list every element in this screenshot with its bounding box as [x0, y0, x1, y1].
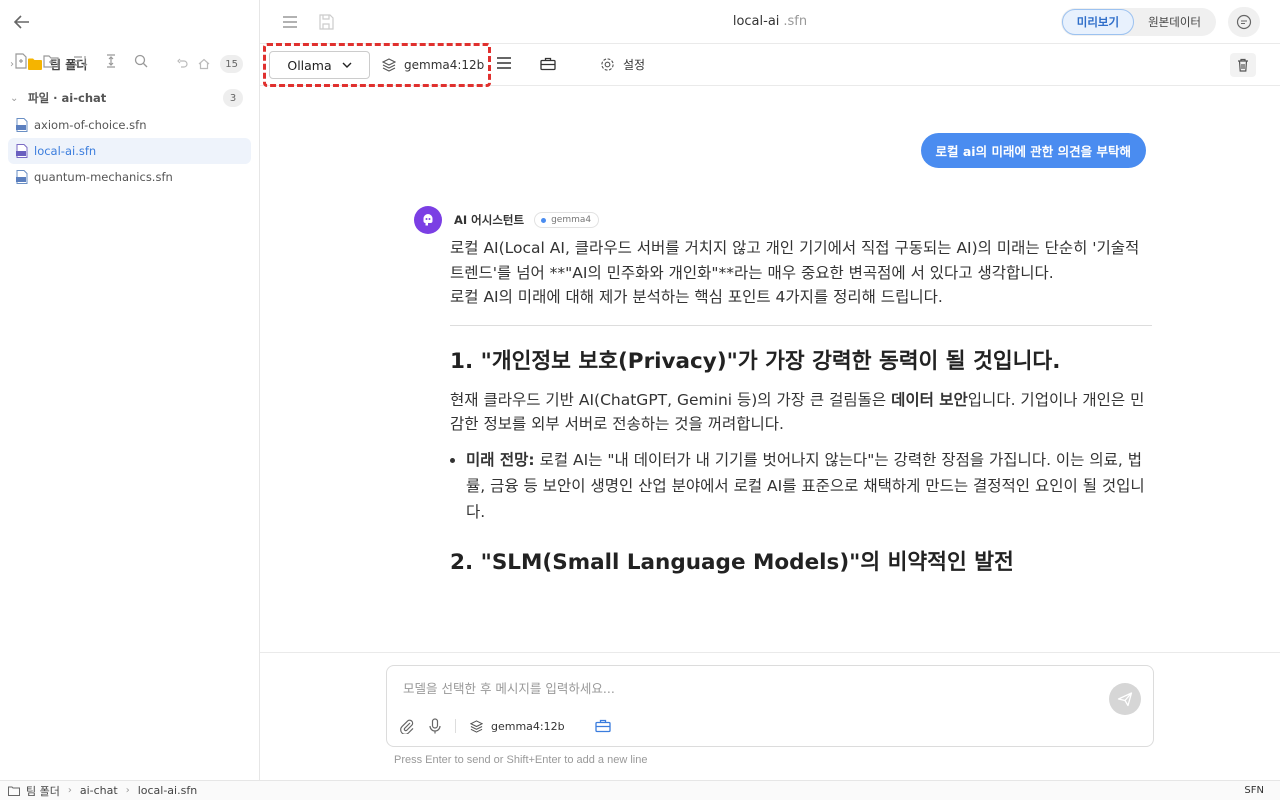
- chat-bubble-icon: [1236, 14, 1252, 30]
- composer-tools: gemma4:12b: [399, 718, 611, 734]
- assistant-header: AI 어시스턴트 gemma4: [414, 206, 600, 234]
- separator: [455, 719, 456, 733]
- menu-icon[interactable]: [282, 15, 298, 29]
- list-item: 미래 전망: 로컬 AI는 "내 데이터가 내 기기를 벗어나지 않는다"는 강…: [466, 447, 1152, 525]
- sfn-file-icon: [16, 144, 28, 158]
- section-ai-chat[interactable]: ⌄ 파일 · ai-chat 3: [0, 84, 259, 112]
- file-name: axiom-of-choice.sfn: [34, 118, 147, 132]
- send-icon: [1117, 691, 1133, 707]
- layers-icon: [382, 58, 396, 72]
- paragraph-bold: 데이터 보안: [891, 390, 968, 409]
- message-input[interactable]: 모델을 선택한 후 메시지를 입력하세요...: [403, 678, 615, 697]
- back-arrow-icon[interactable]: [10, 10, 34, 34]
- view-toggle: 미리보기 원본데이터: [1060, 8, 1216, 36]
- file-item-quantum-mechanics[interactable]: quantum-mechanics.sfn: [8, 164, 251, 190]
- folder-outline-icon: [8, 786, 20, 796]
- briefcase-icon[interactable]: [540, 57, 556, 71]
- sidebar-toolbar: [0, 0, 259, 69]
- assistant-name: AI 어시스턴트: [454, 213, 525, 227]
- assistant-model-badge: gemma4: [534, 212, 600, 228]
- briefcase-icon[interactable]: [594, 719, 611, 733]
- provider-select[interactable]: Ollama: [269, 51, 370, 79]
- attach-icon[interactable]: [399, 718, 415, 734]
- chevron-down-icon: ⌄: [10, 92, 19, 104]
- section-paragraph-1: 현재 클라우드 기반 AI(ChatGPT, Gemini 등)의 가장 큰 걸…: [450, 388, 1152, 437]
- send-button[interactable]: [1109, 683, 1141, 715]
- provider-value: Ollama: [287, 57, 332, 73]
- breadcrumb-item[interactable]: local-ai.sfn: [138, 784, 197, 797]
- divider: [450, 324, 1152, 326]
- file-name: local-ai.sfn: [34, 144, 97, 158]
- robot-icon: [420, 212, 436, 228]
- delete-button[interactable]: [1230, 53, 1256, 77]
- composer: 모델을 선택한 후 메시지를 입력하세요... gemma4:12b Press…: [260, 652, 1280, 780]
- list-icon[interactable]: [496, 56, 512, 70]
- chat-button[interactable]: [1228, 7, 1260, 37]
- document-name: local-ai: [732, 14, 780, 29]
- section-heading-1: 1. "개인정보 보호(Privacy)"가 가장 강력한 동력이 될 것입니다…: [450, 348, 1061, 374]
- sfn-file-icon: [16, 118, 28, 132]
- section-label: 파일 · ai-chat: [28, 91, 107, 105]
- undo-icon[interactable]: [176, 58, 188, 70]
- chat-toolbar: Ollama gemma4:12b 설정: [260, 43, 1280, 87]
- intro-paragraph-2: 로컬 AI의 미래에 대해 제가 분석하는 핵심 포인트 4가지를 정리해 드립…: [450, 288, 943, 306]
- gear-icon: [600, 57, 615, 72]
- assistant-message: 로컬 AI(Local AI, 클라우드 서버를 거치지 않고 개인 기기에서 …: [450, 236, 1152, 589]
- sidebar: › 팀 폴더 15 ⌄ 파일 · ai-chat 3 axiom-of-choi…: [0, 0, 260, 780]
- section-count: 3: [223, 89, 243, 107]
- top-bar: local-ai .sfn 미리보기 원본데이터: [260, 0, 1280, 44]
- section-heading-2: 2. "SLM(Small Language Models)"의 비약적인 발전: [450, 549, 1014, 575]
- layers-icon: [470, 719, 483, 733]
- new-file-icon[interactable]: [12, 52, 30, 70]
- composer-hint: Press Enter to send or Shift+Enter to ad…: [394, 754, 648, 766]
- source-tab[interactable]: 원본데이터: [1134, 9, 1215, 35]
- breadcrumb-item[interactable]: ai-chat: [80, 784, 118, 797]
- microphone-icon[interactable]: [429, 718, 441, 734]
- paragraph-text: 현재 클라우드 기반 AI(ChatGPT, Gemini 등)의 가장 큰 걸…: [450, 390, 892, 409]
- model-value: gemma4:12b: [404, 58, 485, 72]
- file-name: quantum-mechanics.sfn: [34, 170, 173, 184]
- bullet-list: 미래 전망: 로컬 AI는 "내 데이터가 내 기기를 벗어나지 않는다"는 강…: [466, 447, 1152, 525]
- chevron-down-icon: [342, 62, 352, 68]
- breadcrumb-item[interactable]: 팀 폴더: [26, 783, 60, 799]
- user-message: 로컬 ai의 미래에 관한 의견을 부탁해: [920, 133, 1146, 168]
- home-icon[interactable]: [198, 58, 210, 70]
- file-item-local-ai[interactable]: local-ai.sfn: [8, 138, 251, 164]
- settings-label: 설정: [623, 58, 646, 72]
- settings-button[interactable]: 설정: [600, 56, 645, 73]
- message-list: 로컬 ai의 미래에 관한 의견을 부탁해 AI 어시스턴트 gemma4 로컬…: [260, 86, 1280, 652]
- file-item-axiom-of-choice[interactable]: axiom-of-choice.sfn: [8, 112, 251, 138]
- intro-paragraph: 로컬 AI(Local AI, 클라우드 서버를 거치지 않고 개인 기기에서 …: [450, 239, 1140, 282]
- assistant-model: gemma4: [551, 215, 592, 225]
- save-icon[interactable]: [318, 13, 334, 30]
- chevron-right-icon: ›: [125, 785, 130, 796]
- document-extension: .sfn: [783, 14, 808, 29]
- model-dot-icon: [541, 217, 547, 223]
- sort-icon[interactable]: [72, 52, 90, 70]
- trash-icon: [1237, 58, 1249, 72]
- assistant-avatar: [414, 206, 442, 234]
- model-select[interactable]: gemma4:12b: [382, 52, 484, 78]
- new-folder-icon[interactable]: [42, 52, 60, 70]
- composer-model: gemma4:12b: [491, 719, 565, 733]
- file-format: SFN: [1244, 785, 1264, 796]
- chevron-right-icon: ›: [67, 785, 72, 796]
- bullet-bold: 미래 전망:: [466, 450, 535, 469]
- breadcrumb: 팀 폴더 › ai-chat › local-ai.sfn: [8, 783, 197, 799]
- bullet-text: 로컬 AI는 "내 데이터가 내 기기를 벗어나지 않는다"는 강력한 장점을 …: [466, 450, 1145, 521]
- search-icon[interactable]: [132, 52, 150, 70]
- team-folder-count: 15: [220, 55, 243, 73]
- sfn-file-icon: [16, 170, 28, 184]
- collapse-all-icon[interactable]: [102, 52, 120, 70]
- preview-tab[interactable]: 미리보기: [1061, 9, 1135, 35]
- composer-model-select[interactable]: gemma4:12b: [470, 720, 565, 733]
- message-box: 모델을 선택한 후 메시지를 입력하세요... gemma4:12b: [386, 665, 1154, 747]
- status-bar: 팀 폴더 › ai-chat › local-ai.sfn SFN: [0, 780, 1280, 800]
